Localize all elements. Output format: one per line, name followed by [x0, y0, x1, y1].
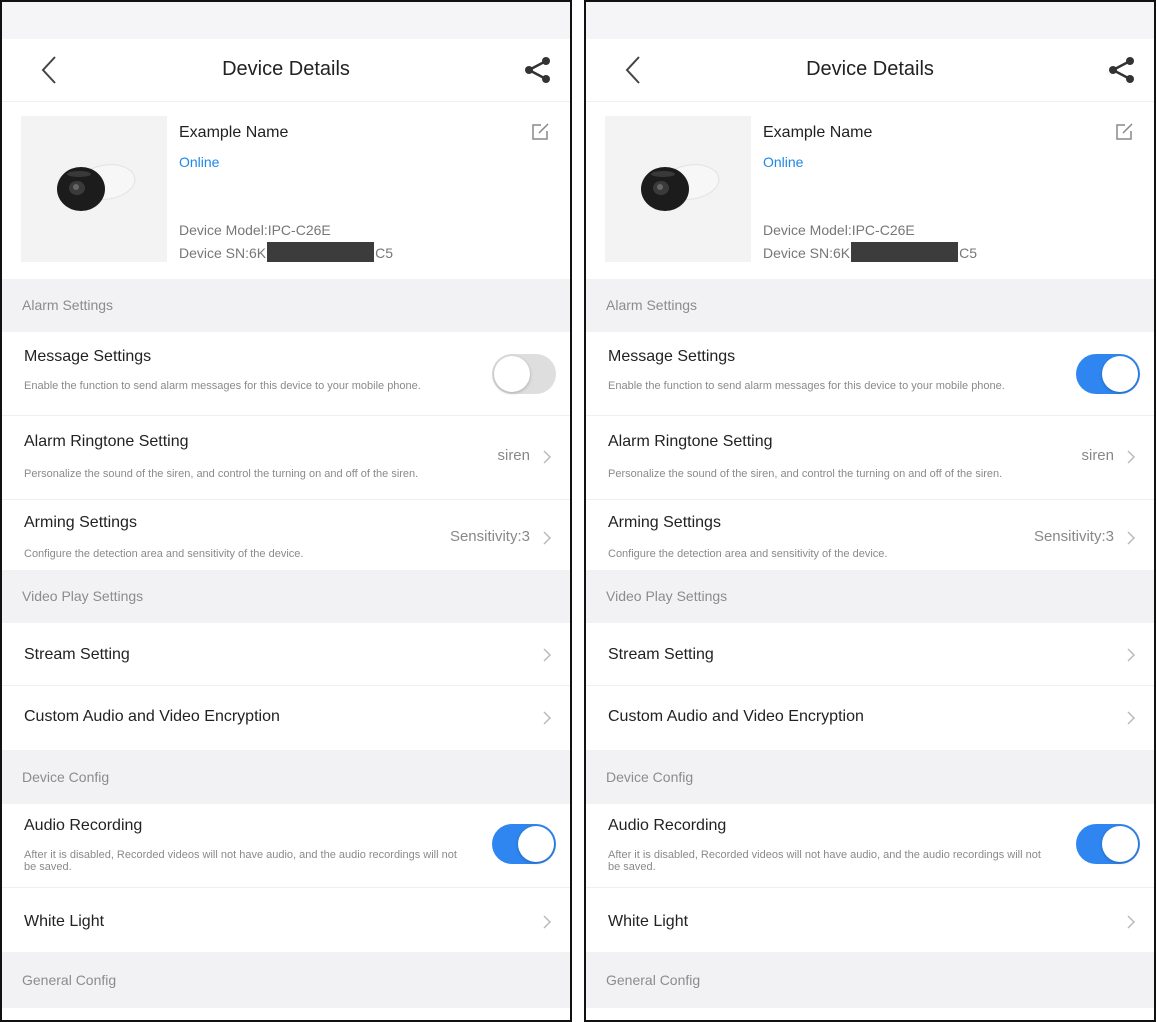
row-description: Configure the detection area and sensiti…	[608, 548, 888, 560]
status-bar	[2, 2, 570, 39]
device-thumbnail	[21, 116, 167, 262]
chevron-right-icon	[1127, 450, 1136, 464]
row-encryption[interactable]: Custom Audio and Video Encryption	[2, 686, 570, 750]
row-alarm-ringtone[interactable]: Alarm Ringtone Setting Personalize the s…	[586, 416, 1154, 500]
row-description: Enable the function to send alarm messag…	[24, 380, 421, 392]
row-audio-recording: Audio Recording After it is disabled, Re…	[586, 804, 1154, 888]
page-title: Device Details	[222, 58, 350, 80]
section-header-general: General Config	[586, 952, 1154, 1008]
row-stream-setting[interactable]: Stream Setting	[586, 623, 1154, 686]
toggle-knob	[1102, 826, 1138, 862]
row-description: Configure the detection area and sensiti…	[24, 548, 304, 560]
edit-icon[interactable]	[530, 122, 550, 142]
device-sn-suffix: C5	[959, 245, 978, 261]
row-white-light[interactable]: White Light	[2, 888, 570, 952]
row-message-settings: Message Settings Enable the function to …	[2, 332, 570, 416]
row-audio-recording: Audio Recording After it is disabled, Re…	[2, 804, 570, 888]
row-stream-setting[interactable]: Stream Setting	[2, 623, 570, 686]
row-title: Custom Audio and Video Encryption	[608, 708, 864, 725]
chevron-right-icon	[543, 450, 552, 464]
row-title: Alarm Ringtone Setting	[24, 433, 189, 450]
device-name: Example Name	[179, 124, 289, 141]
chevron-right-icon	[1127, 711, 1136, 725]
device-sn-prefix: Device SN:6K	[179, 245, 267, 261]
row-title: White Light	[24, 913, 105, 930]
ringtone-value: siren	[497, 447, 530, 464]
arming-value: Sensitivity:3	[449, 528, 530, 545]
row-alarm-ringtone[interactable]: Alarm Ringtone Setting Personalize the s…	[2, 416, 570, 500]
section-header-video: Video Play Settings	[586, 570, 1154, 623]
message-settings-toggle[interactable]	[492, 354, 556, 394]
page-title: Device Details	[806, 58, 934, 80]
sn-redaction	[267, 242, 375, 262]
section-header-device: Device Config	[586, 750, 1154, 804]
section-header-general: General Config	[2, 952, 570, 1008]
row-description: After it is disabled, Recorded videos wi…	[608, 849, 1041, 873]
edit-icon[interactable]	[1114, 122, 1134, 142]
row-description: Personalize the sound of the siren, and …	[24, 468, 419, 480]
row-title: Arming Settings	[608, 514, 721, 531]
device-status: Online	[763, 154, 804, 170]
chevron-right-icon	[543, 648, 552, 662]
row-arming-settings[interactable]: Arming Settings Configure the detection …	[2, 500, 570, 570]
screen-message-on: Device Details Example Name Online Devic…	[584, 0, 1156, 1022]
section-header-video: Video Play Settings	[2, 570, 570, 623]
chevron-right-icon	[543, 531, 552, 545]
row-description: After it is disabled, Recorded videos wi…	[24, 849, 457, 873]
section-header-device: Device Config	[2, 750, 570, 804]
device-model: Device Model:IPC-C26E	[763, 222, 915, 238]
row-title: Audio Recording	[24, 817, 143, 834]
row-title: Stream Setting	[24, 646, 130, 663]
toggle-knob	[1102, 356, 1138, 392]
device-name: Example Name	[763, 124, 873, 141]
row-title: Arming Settings	[24, 514, 137, 531]
device-sn-prefix: Device SN:6K	[763, 245, 851, 261]
screen-message-off: Device Details Example Name Online Devic…	[0, 0, 572, 1022]
row-arming-settings[interactable]: Arming Settings Configure the detection …	[586, 500, 1154, 570]
toggle-knob	[518, 826, 554, 862]
audio-recording-toggle[interactable]	[1076, 824, 1140, 864]
status-bar	[586, 2, 1154, 39]
device-sn-suffix: C5	[375, 245, 394, 261]
arming-value: Sensitivity:3	[1033, 528, 1114, 545]
share-icon[interactable]	[522, 56, 552, 84]
device-status: Online	[179, 154, 220, 170]
device-thumbnail	[605, 116, 751, 262]
chevron-right-icon	[1127, 915, 1136, 929]
share-icon[interactable]	[1106, 56, 1136, 84]
chevron-right-icon	[543, 915, 552, 929]
ringtone-value: siren	[1081, 447, 1114, 464]
section-header-alarm: Alarm Settings	[2, 279, 570, 332]
section-header-alarm: Alarm Settings	[586, 279, 1154, 332]
row-title: Audio Recording	[608, 817, 727, 834]
row-title: Stream Setting	[608, 646, 714, 663]
chevron-right-icon	[543, 711, 552, 725]
row-description: Enable the function to send alarm messag…	[608, 380, 1005, 392]
sn-redaction	[851, 242, 959, 262]
row-description: Personalize the sound of the siren, and …	[608, 468, 1003, 480]
camera-icon	[641, 164, 720, 211]
nav-bar: Device Details	[586, 39, 1154, 101]
chevron-right-icon	[1127, 648, 1136, 662]
row-title: Message Settings	[608, 348, 736, 365]
row-title: Alarm Ringtone Setting	[608, 433, 773, 450]
toggle-knob	[494, 356, 530, 392]
camera-icon	[57, 164, 136, 211]
row-title: White Light	[608, 913, 689, 930]
audio-recording-toggle[interactable]	[492, 824, 556, 864]
device-sn: Device SN:6K C5	[179, 242, 393, 262]
message-settings-toggle[interactable]	[1076, 354, 1140, 394]
device-card: Example Name Online Device Model:IPC-C26…	[586, 101, 1154, 279]
device-card: Example Name Online Device Model:IPC-C26…	[2, 101, 570, 279]
row-encryption[interactable]: Custom Audio and Video Encryption	[586, 686, 1154, 750]
chevron-right-icon	[1127, 531, 1136, 545]
row-white-light[interactable]: White Light	[586, 888, 1154, 952]
device-model: Device Model:IPC-C26E	[179, 222, 331, 238]
row-title: Message Settings	[24, 348, 152, 365]
row-title: Custom Audio and Video Encryption	[24, 708, 280, 725]
nav-bar: Device Details	[2, 39, 570, 101]
row-message-settings: Message Settings Enable the function to …	[586, 332, 1154, 416]
device-sn: Device SN:6K C5	[763, 242, 977, 262]
